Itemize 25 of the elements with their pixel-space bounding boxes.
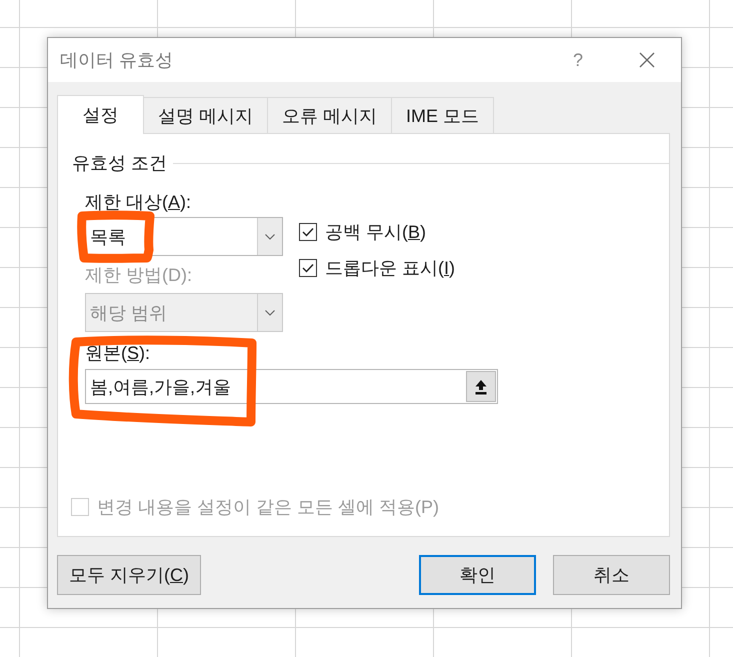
close-button[interactable]	[639, 52, 655, 68]
chevron-down-icon	[265, 234, 275, 240]
dialog-button[interactable]: 모두 지우기(C)	[57, 555, 201, 595]
checkbox-label: 공백 무시(B)	[325, 221, 426, 244]
close-icon	[639, 52, 655, 68]
tab[interactable]: 설정	[57, 95, 144, 134]
dialog-button[interactable]: 취소	[553, 555, 670, 595]
field-label: 원본(S):	[85, 343, 150, 363]
dropdown[interactable]: 목록	[85, 217, 283, 256]
range-select-button[interactable]	[466, 371, 496, 402]
checkmark-icon	[302, 263, 314, 273]
checkbox-label: 변경 내용을 설정이 같은 모든 셀에 적용(P)	[97, 496, 439, 519]
section-title: 유효성 조건	[72, 152, 168, 174]
checkbox[interactable]	[299, 223, 317, 241]
window-title: 데이터 유효성	[60, 49, 174, 72]
field-label: 제한 대상(A):	[85, 192, 192, 212]
chevron-down-icon	[265, 310, 275, 316]
tab[interactable]: IME 모드	[391, 97, 494, 133]
source-field[interactable]: 봄,여름,가을,겨울	[85, 369, 498, 404]
field-label: 제한 방법(D):	[85, 265, 192, 285]
arrow-up-icon	[475, 378, 487, 394]
checkmark-icon	[302, 227, 314, 237]
dialog-button[interactable]: 확인	[419, 555, 536, 595]
checkbox-label: 드롭다운 표시(I)	[325, 257, 456, 280]
checkbox[interactable]	[299, 259, 317, 277]
